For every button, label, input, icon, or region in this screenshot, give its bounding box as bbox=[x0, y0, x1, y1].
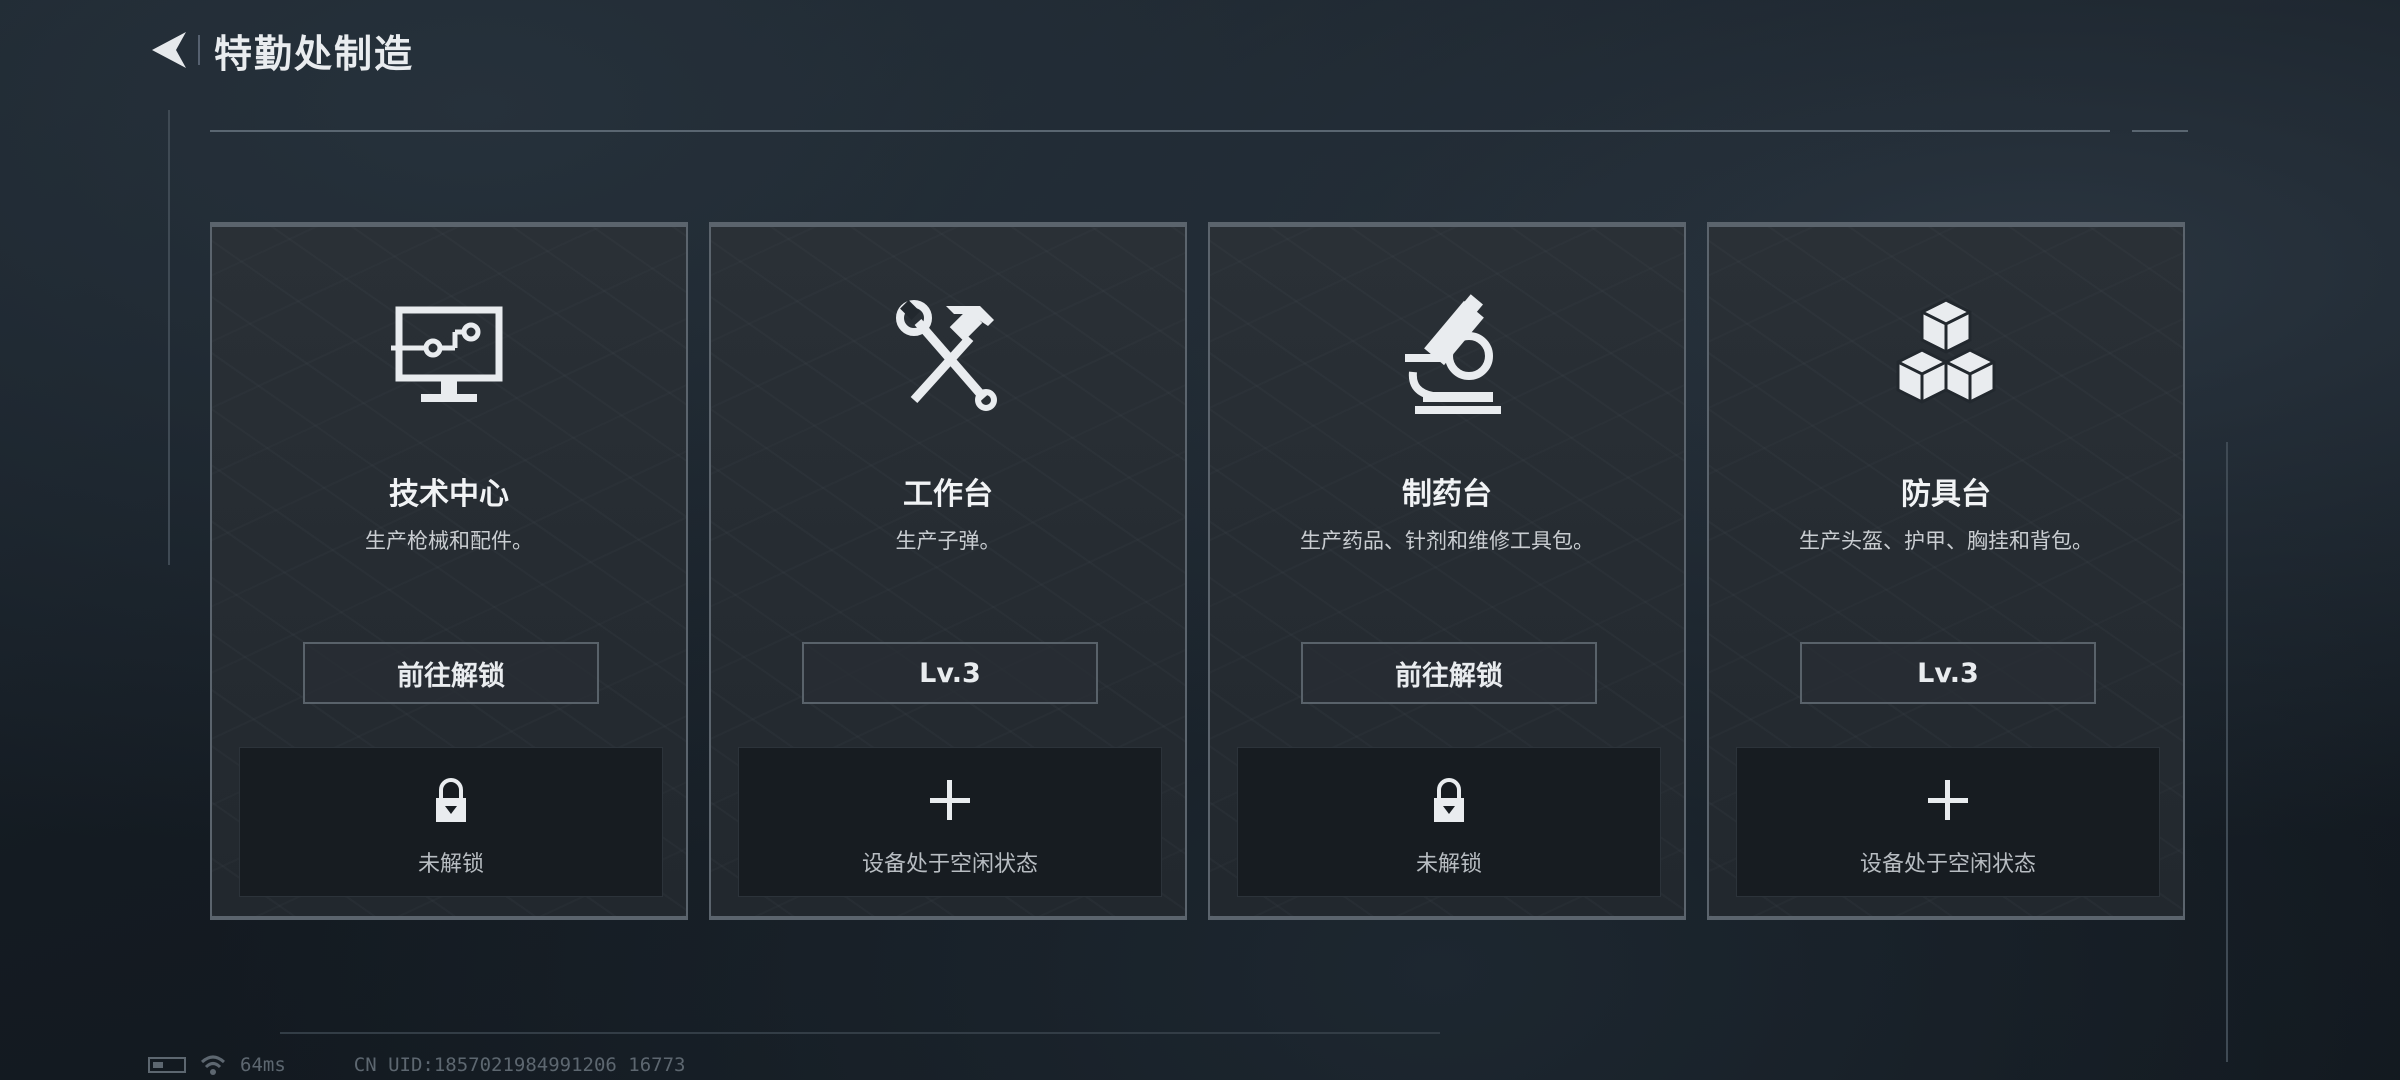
back-button[interactable] bbox=[150, 28, 188, 72]
monitor-icon bbox=[391, 306, 503, 402]
wifi-icon bbox=[200, 1055, 226, 1075]
header-separator bbox=[198, 35, 200, 65]
header: 特勤处制造 bbox=[150, 22, 414, 78]
unlock-button[interactable]: 前往解锁 bbox=[303, 642, 599, 704]
card-title: 技术中心 bbox=[389, 477, 509, 512]
card-description: 生产头盔、护甲、胸挂和背包。 bbox=[1799, 529, 2093, 553]
production-slot[interactable]: 设备处于空闲状态 bbox=[738, 747, 1162, 897]
right-frame-line bbox=[2226, 442, 2228, 1062]
back-arrow-icon bbox=[152, 32, 186, 68]
level-button[interactable]: Lv.3 bbox=[1800, 642, 2096, 704]
top-divider-right bbox=[2132, 130, 2188, 132]
bottom-frame-line bbox=[280, 1032, 1440, 1034]
slot-label: 未解锁 bbox=[417, 852, 484, 877]
production-slot[interactable]: 未解锁 bbox=[1237, 747, 1661, 897]
status-bar: 64ms CN UID:1857021984991206 16773 bbox=[148, 1054, 686, 1076]
card-title: 工作台 bbox=[903, 477, 993, 512]
workstation-card-workbench[interactable]: 工作台 生产子弹。 Lv.3 设备处于空闲状态 bbox=[709, 222, 1187, 920]
battery-icon bbox=[148, 1057, 186, 1073]
production-slot[interactable]: 未解锁 bbox=[239, 747, 663, 897]
lock-icon bbox=[436, 778, 466, 822]
slot-label: 设备处于空闲状态 bbox=[861, 852, 1038, 877]
slot-label: 设备处于空闲状态 bbox=[1859, 852, 2036, 877]
ping-value: 64ms bbox=[240, 1054, 286, 1076]
workstation-card-tech-center[interactable]: 技术中心 生产枪械和配件。 前往解锁 未解锁 bbox=[210, 222, 688, 920]
card-description: 生产药品、针剂和维修工具包。 bbox=[1300, 529, 1594, 553]
left-frame-line bbox=[168, 110, 170, 565]
workstation-card-armor[interactable]: 防具台 生产头盔、护甲、胸挂和背包。 Lv.3 设备处于空闲状态 bbox=[1707, 222, 2185, 920]
production-slot[interactable]: 设备处于空闲状态 bbox=[1736, 747, 2160, 897]
level-button[interactable]: Lv.3 bbox=[802, 642, 1098, 704]
plus-icon bbox=[930, 780, 970, 820]
slot-label: 未解锁 bbox=[1415, 852, 1482, 877]
page-title: 特勤处制造 bbox=[214, 31, 415, 76]
card-title: 防具台 bbox=[1901, 477, 1991, 512]
card-description: 生产枪械和配件。 bbox=[365, 529, 533, 553]
unlock-button[interactable]: 前往解锁 bbox=[1301, 642, 1597, 704]
hammer-wrench-icon bbox=[896, 300, 997, 411]
workstation-card-pharmacy[interactable]: 制药台 生产药品、针剂和维修工具包。 前往解锁 未解锁 bbox=[1208, 222, 1686, 920]
lock-icon bbox=[1434, 778, 1464, 822]
user-uid: CN UID:1857021984991206 16773 bbox=[353, 1054, 686, 1076]
top-divider bbox=[210, 130, 2110, 132]
cubes-icon bbox=[1896, 298, 1996, 404]
plus-icon bbox=[1928, 780, 1968, 820]
card-title: 制药台 bbox=[1402, 477, 1492, 512]
microscope-icon bbox=[1405, 294, 1501, 414]
workstation-cards: 技术中心 生产枪械和配件。 前往解锁 未解锁 工作台 生产子弹。 Lv.3 设备… bbox=[210, 222, 2185, 920]
card-description: 生产子弹。 bbox=[895, 529, 1001, 553]
